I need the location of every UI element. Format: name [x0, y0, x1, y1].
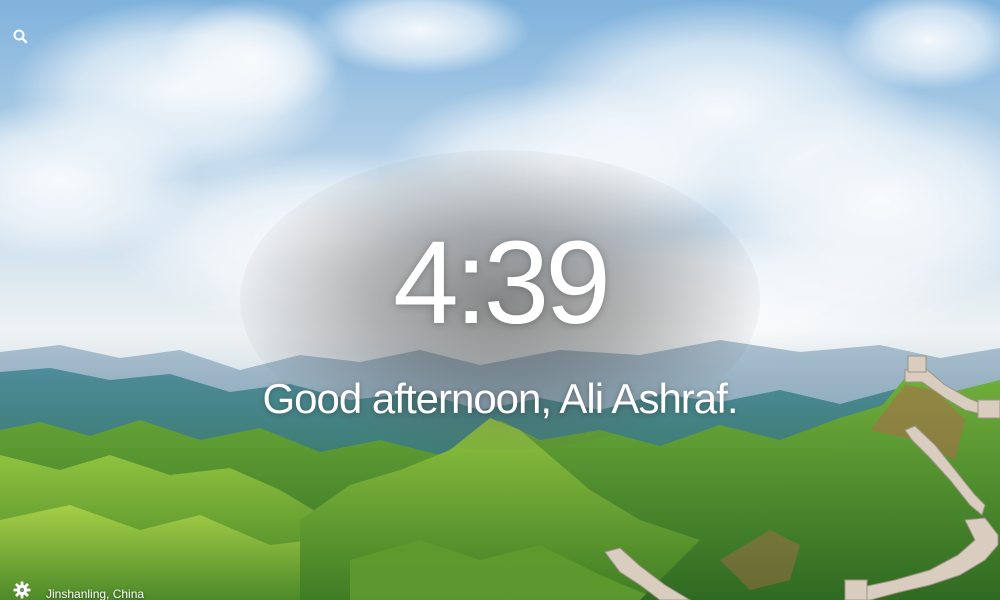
gear-icon	[13, 581, 31, 599]
center-panel: 4:39 Good afternoon, Ali Ashraf.	[0, 218, 1000, 424]
dashboard-root: 4:39 Good afternoon, Ali Ashraf. Jinshan…	[0, 0, 1000, 600]
search-button[interactable]	[10, 26, 32, 48]
search-icon	[13, 29, 28, 44]
photo-location[interactable]: Jinshanling, China	[46, 587, 144, 600]
settings-button[interactable]	[12, 580, 32, 600]
clock-time: 4:39	[393, 217, 611, 349]
greeting-text[interactable]: Good afternoon, Ali Ashraf.	[0, 374, 1000, 424]
